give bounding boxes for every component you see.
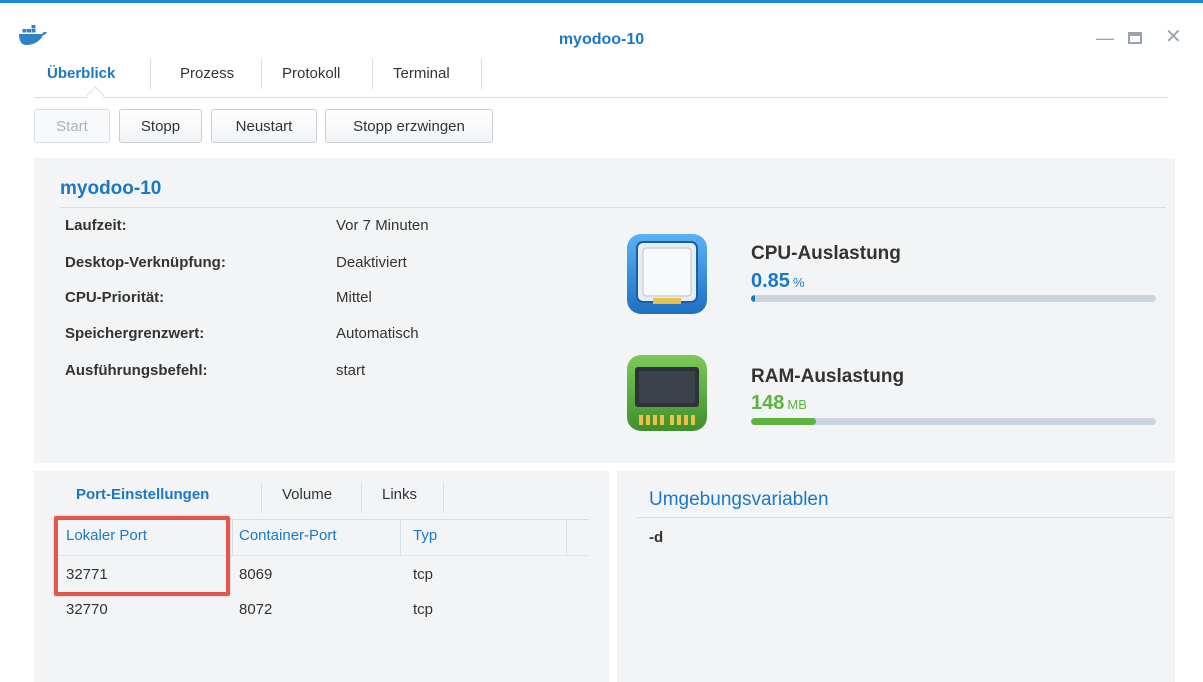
tab-divider (443, 483, 444, 513)
column-divider (232, 519, 233, 555)
restart-button[interactable]: Neustart (211, 109, 317, 143)
column-header-container-port[interactable]: Container-Port (239, 527, 337, 544)
execution-command-value: start (336, 362, 366, 379)
cpu-chip-icon (627, 234, 707, 314)
tab-divider (481, 59, 482, 89)
table-cell-type[interactable]: tcp (413, 601, 433, 618)
tab-overview[interactable]: Überblick (47, 65, 115, 82)
ram-chip-icon (627, 355, 707, 431)
ram-usage-bar-fill (751, 418, 816, 425)
start-button[interactable]: Start (34, 109, 110, 143)
environment-variables-title: Umgebungsvariablen (649, 489, 829, 510)
desktop-shortcut-label: Desktop-Verknüpfung: (65, 254, 226, 271)
force-stop-button[interactable]: Stopp erzwingen (325, 109, 493, 143)
title-bar: myodoo-10 — ✕ (0, 3, 1203, 59)
maximize-icon[interactable] (1128, 29, 1142, 47)
close-icon[interactable]: ✕ (1165, 27, 1182, 47)
execution-command-label: Ausführungsbefehl: (65, 362, 208, 379)
tab-divider (261, 59, 262, 89)
cpu-priority-label: CPU-Priorität: (65, 289, 165, 306)
window-title: myodoo-10 (558, 31, 645, 48)
local-port-highlight-annotation (54, 516, 230, 596)
divider (60, 207, 1166, 208)
port-subtabs: Port-Einstellungen Volume Links (54, 479, 589, 520)
tab-volume[interactable]: Volume (282, 486, 332, 503)
cpu-priority-value: Mittel (336, 289, 372, 306)
stop-button[interactable]: Stopp (119, 109, 202, 143)
environment-variables-panel: Umgebungsvariablen -d (617, 471, 1175, 682)
tab-divider (261, 483, 262, 513)
environment-variable-item[interactable]: -d (649, 529, 663, 546)
tab-divider (150, 59, 151, 89)
tab-divider (372, 59, 373, 89)
runtime-label: Laufzeit: (65, 217, 127, 234)
main-tabs: Überblick Prozess Protokoll Terminal (34, 57, 1168, 105)
table-cell-container-port[interactable]: 8072 (239, 601, 272, 618)
tab-port-settings[interactable]: Port-Einstellungen (76, 486, 209, 503)
tab-log[interactable]: Protokoll (282, 65, 340, 82)
cpu-usage-value: 0.85% (751, 270, 805, 292)
tab-terminal[interactable]: Terminal (393, 65, 450, 82)
ram-usage-value: 148 MB (751, 392, 807, 414)
cpu-usage-title: CPU-Auslastung (751, 243, 901, 264)
minimize-icon[interactable]: — (1096, 29, 1114, 47)
container-name: myodoo-10 (60, 178, 162, 199)
ram-usage-title: RAM-Auslastung (751, 366, 905, 387)
table-cell-local-port[interactable]: 32770 (66, 601, 108, 618)
memory-limit-value: Automatisch (336, 325, 419, 342)
active-tab-caret (86, 86, 105, 105)
container-overview-panel: myodoo-10 Laufzeit: Vor 7 Minuten Deskto… (34, 158, 1175, 463)
tab-divider (361, 483, 362, 513)
runtime-value: Vor 7 Minuten (336, 217, 429, 234)
cpu-usage-unit: % (792, 275, 805, 290)
ram-usage-unit: MB (787, 397, 807, 412)
memory-limit-label: Speichergrenzwert: (65, 325, 205, 342)
cpu-usage-bar (751, 295, 1156, 302)
table-cell-container-port[interactable]: 8069 (239, 566, 272, 583)
column-divider (400, 519, 401, 555)
table-cell-type[interactable]: tcp (413, 566, 433, 583)
divider (637, 517, 1173, 518)
desktop-shortcut-value: Deaktiviert (336, 254, 407, 271)
column-divider (566, 519, 567, 555)
port-settings-panel: Port-Einstellungen Volume Links Lokaler … (34, 471, 609, 682)
tab-links[interactable]: Links (382, 486, 417, 503)
column-header-type[interactable]: Typ (413, 527, 437, 544)
ram-usage-bar (751, 418, 1156, 425)
tab-process[interactable]: Prozess (180, 65, 234, 82)
cpu-usage-bar-fill (751, 295, 756, 302)
